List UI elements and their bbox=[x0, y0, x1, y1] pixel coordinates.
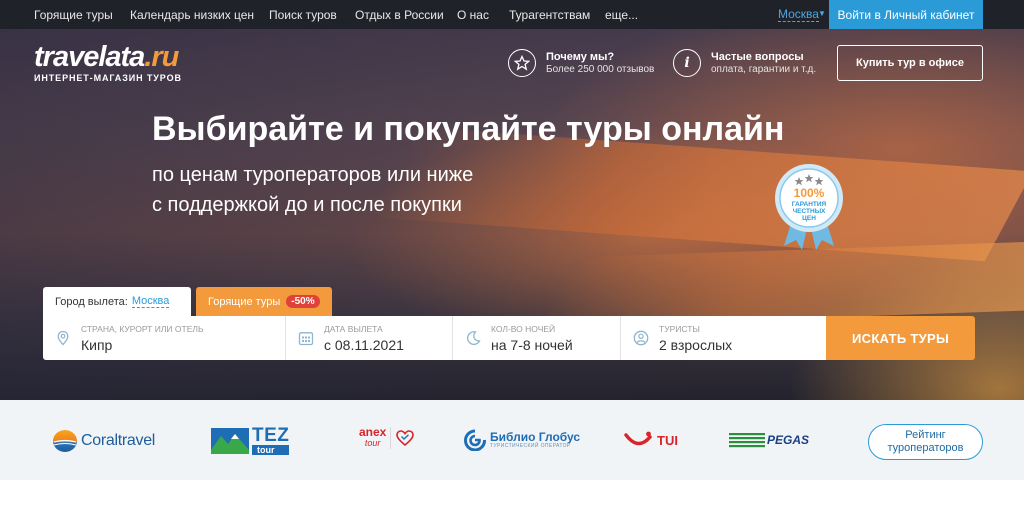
operators-rating-line-2: туроператоров bbox=[887, 442, 964, 454]
chevron-down-icon[interactable]: ▼ bbox=[818, 9, 826, 18]
partner-tui[interactable]: TUI bbox=[624, 431, 678, 449]
tui-name: TUI bbox=[657, 432, 678, 448]
biblio-globus-name: Библио Глобус bbox=[490, 429, 581, 444]
person-icon bbox=[633, 330, 649, 346]
page-bottom bbox=[0, 480, 1024, 518]
badge-line-3: ЦЕН bbox=[802, 215, 816, 222]
hero-subline-2: с поддержкой до и после покупки bbox=[152, 194, 462, 216]
destination-label: СТРАНА, КУРОРТ ИЛИ ОТЕЛЬ bbox=[81, 324, 204, 334]
partners-strip: Coraltravel TEZ tour anex tour Библио Гл… bbox=[0, 400, 1024, 480]
badge-percent: 100% bbox=[794, 186, 825, 200]
coral-travel-name: Coraltravel bbox=[81, 432, 156, 449]
nav-item-russia[interactable]: Отдых в России bbox=[355, 8, 444, 22]
anex-tour-sub: tour bbox=[364, 438, 381, 448]
badge-line-2: ЧЕСТНЫХ bbox=[793, 208, 826, 215]
why-us-subtitle: Более 250 000 отзывов bbox=[546, 63, 655, 75]
operators-rating-button[interactable]: Рейтинг туроператоров bbox=[868, 424, 983, 460]
login-cabinet-button[interactable]: Войти в Личный кабинет bbox=[829, 0, 983, 29]
search-tours-button[interactable]: ИСКАТЬ ТУРЫ bbox=[826, 316, 975, 360]
top-nav: Горящие туры Календарь низких цен Поиск … bbox=[0, 0, 1024, 29]
logo-tagline: ИНТЕРНЕТ-МАГАЗИН ТУРОВ bbox=[34, 73, 182, 83]
badge-line-1: ГАРАНТИЯ bbox=[792, 201, 827, 208]
anex-tour-name: anex bbox=[359, 425, 387, 439]
location-pin-icon bbox=[55, 330, 71, 346]
discount-badge: -50% bbox=[286, 295, 320, 308]
nav-item-tour-search[interactable]: Поиск туров bbox=[269, 8, 337, 22]
tez-tour-sub: tour bbox=[252, 445, 290, 455]
partner-biblio-globus[interactable]: Библио Глобус ТУРИСТИЧЕСКИЙ ОПЕРАТОР bbox=[463, 429, 580, 451]
logo[interactable]: travelata.ru ИНТЕРНЕТ-МАГАЗИН ТУРОВ bbox=[34, 42, 182, 83]
partner-anex-tour[interactable]: anex tour bbox=[359, 425, 415, 449]
destination-value: Кипр bbox=[81, 337, 113, 353]
hero-headline: Выбирайте и покупайте туры онлайн bbox=[152, 110, 785, 148]
partner-coral-travel[interactable]: Coraltravel bbox=[52, 429, 155, 453]
tourists-label: ТУРИСТЫ bbox=[659, 324, 700, 334]
nav-item-about[interactable]: О нас bbox=[457, 8, 489, 22]
heart-icon bbox=[396, 430, 415, 447]
tez-tour-name: TEZ bbox=[252, 425, 290, 446]
tourists-value: 2 взрослых bbox=[659, 337, 733, 353]
nav-item-more[interactable]: еще... bbox=[605, 8, 638, 22]
partner-tez-tour[interactable]: TEZ tour bbox=[211, 425, 290, 455]
hero-subline-1: по ценам туроператоров или ниже bbox=[152, 164, 474, 186]
partner-pegas[interactable]: PEGAS bbox=[729, 431, 809, 449]
logo-brand: travelata bbox=[34, 41, 145, 73]
nav-item-low-price-calendar[interactable]: Календарь низких цен bbox=[130, 8, 254, 22]
departure-city-link[interactable]: Москва bbox=[131, 295, 170, 308]
faq-subtitle: оплата, гарантии и т.д. bbox=[711, 63, 817, 75]
coral-travel-logo-icon bbox=[53, 430, 77, 452]
destination-field[interactable]: СТРАНА, КУРОРТ ИЛИ ОТЕЛЬ Кипр bbox=[43, 316, 286, 360]
nights-field[interactable]: КОЛ-ВО НОЧЕЙ на 7-8 ночей bbox=[453, 316, 621, 360]
price-guarantee-badge: 100% ГАРАНТИЯ ЧЕСТНЫХ ЦЕН bbox=[774, 162, 844, 250]
city-selector[interactable]: Москва bbox=[778, 8, 819, 22]
calendar-icon bbox=[298, 330, 314, 346]
tourists-field[interactable]: ТУРИСТЫ 2 взрослых bbox=[621, 316, 826, 360]
info-icon: i bbox=[673, 49, 701, 77]
biblio-globus-logo-icon bbox=[464, 429, 487, 451]
why-us-title: Почему мы? bbox=[546, 50, 615, 63]
logo-brand-suffix: .ru bbox=[144, 41, 179, 73]
faq-link[interactable]: i Частые вопросы оплата, гарантии и т.д. bbox=[673, 49, 816, 77]
departure-label: Город вылета: bbox=[55, 295, 128, 308]
hot-tours-tab[interactable]: Горящие туры -50% bbox=[196, 287, 332, 316]
tui-smile-logo-icon bbox=[624, 431, 652, 446]
star-icon bbox=[508, 49, 536, 77]
buy-in-office-button[interactable]: Купить тур в офисе bbox=[837, 45, 983, 81]
nav-item-agencies[interactable]: Турагентствам bbox=[509, 8, 590, 22]
moon-icon bbox=[465, 330, 481, 346]
faq-title: Частые вопросы bbox=[711, 50, 804, 63]
why-us-link[interactable]: Почему мы? Более 250 000 отзывов bbox=[508, 49, 654, 77]
nights-label: КОЛ-ВО НОЧЕЙ bbox=[491, 324, 556, 334]
operators-rating-line-1: Рейтинг bbox=[905, 429, 946, 441]
nav-item-hot-tours[interactable]: Горящие туры bbox=[34, 8, 113, 22]
hero: travelata.ru ИНТЕРНЕТ-МАГАЗИН ТУРОВ Поче… bbox=[0, 29, 1024, 400]
departure-city-tab[interactable]: Город вылета: Москва bbox=[43, 287, 191, 316]
page: Горящие туры Календарь низких цен Поиск … bbox=[0, 0, 1024, 518]
biblio-globus-sub: ТУРИСТИЧЕСКИЙ ОПЕРАТОР bbox=[490, 442, 571, 449]
departure-date-value: с 08.11.2021 bbox=[324, 337, 404, 353]
departure-date-label: ДАТА ВЫЛЕТА bbox=[324, 324, 383, 334]
hot-tours-tab-label: Горящие туры bbox=[208, 295, 281, 308]
pegas-logo-icon bbox=[729, 433, 765, 448]
departure-date-field[interactable]: ДАТА ВЫЛЕТА с 08.11.2021 bbox=[286, 316, 453, 360]
tez-tour-logo-icon bbox=[211, 428, 249, 454]
tour-search-form: СТРАНА, КУРОРТ ИЛИ ОТЕЛЬ Кипр ДАТА ВЫЛЕТ… bbox=[43, 316, 826, 360]
pegas-name: PEGAS bbox=[767, 433, 810, 447]
nights-value: на 7-8 ночей bbox=[491, 337, 573, 353]
